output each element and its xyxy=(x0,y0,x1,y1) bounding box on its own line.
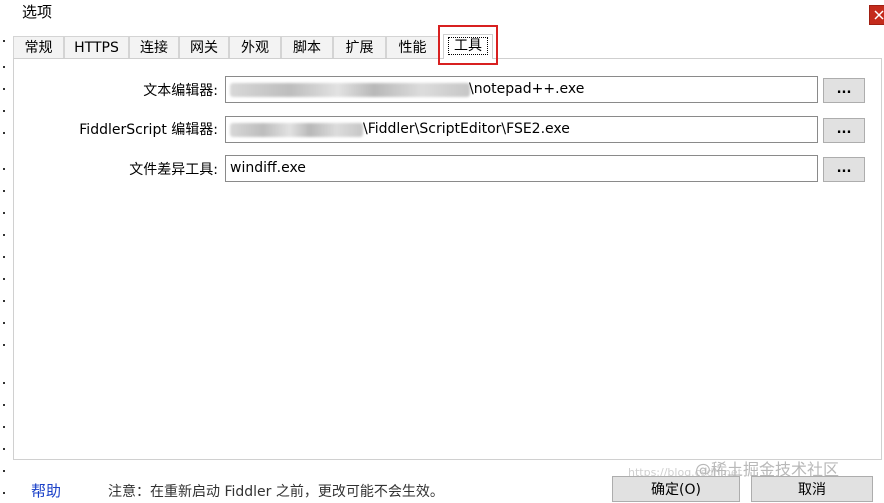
redacted-path xyxy=(230,123,363,137)
tab-extensions[interactable]: 扩展 xyxy=(333,36,386,58)
close-icon xyxy=(874,10,884,20)
tab-label: 外观 xyxy=(241,40,269,56)
tab-gateway[interactable]: 网关 xyxy=(179,36,229,58)
diff-tool-value: windiff.exe xyxy=(230,160,306,176)
text-editor-browse-button[interactable]: ... xyxy=(823,78,865,103)
diff-tool-field[interactable]: windiff.exe xyxy=(225,155,818,182)
diff-tool-browse-button[interactable]: ... xyxy=(823,157,865,182)
tab-label: 脚本 xyxy=(293,40,321,56)
tab-performance[interactable]: 性能 xyxy=(386,36,439,58)
tab-https[interactable]: HTTPS xyxy=(64,36,129,58)
help-link[interactable]: 帮助 xyxy=(31,482,61,500)
tab-label: 网关 xyxy=(190,40,218,56)
cancel-button[interactable]: 取消 xyxy=(751,476,873,502)
left-edge-dots xyxy=(0,0,10,499)
tab-label: 连接 xyxy=(140,40,168,56)
red-highlight-box xyxy=(438,25,498,65)
tab-label: 性能 xyxy=(398,40,427,56)
tab-label: 扩展 xyxy=(345,40,374,56)
diff-tool-label: 文件差异工具: xyxy=(129,162,218,178)
fiddlerscript-editor-browse-button[interactable]: ... xyxy=(823,118,865,143)
window-title: 选项 xyxy=(22,3,53,21)
ok-button[interactable]: 确定(O) xyxy=(612,476,740,502)
tab-label: HTTPS xyxy=(74,40,119,56)
text-editor-value: \notepad++.exe xyxy=(469,81,585,97)
fiddlerscript-editor-label: FiddlerScript 编辑器: xyxy=(79,122,218,138)
tab-general[interactable]: 常规 xyxy=(13,36,64,58)
tab-scripting[interactable]: 脚本 xyxy=(281,36,333,58)
fiddlerscript-editor-value: \Fiddler\ScriptEditor\FSE2.exe xyxy=(363,121,570,137)
text-editor-label: 文本编辑器: xyxy=(143,83,218,99)
tab-connections[interactable]: 连接 xyxy=(129,36,179,58)
tab-appearance[interactable]: 外观 xyxy=(229,36,281,58)
options-dialog: 选项 常规 HTTPS 连接 网关 外观 脚本 扩展 性能 工具 文本编辑器: … xyxy=(0,0,884,502)
restart-note: 注意：在重新启动 Fiddler 之前，更改可能不会生效。 xyxy=(108,484,444,500)
fiddlerscript-editor-field[interactable]: \Fiddler\ScriptEditor\FSE2.exe xyxy=(225,116,818,143)
text-editor-field[interactable]: \notepad++.exe xyxy=(225,76,818,103)
close-button[interactable] xyxy=(869,5,884,25)
redacted-path xyxy=(230,83,470,97)
tab-label: 常规 xyxy=(24,40,53,56)
